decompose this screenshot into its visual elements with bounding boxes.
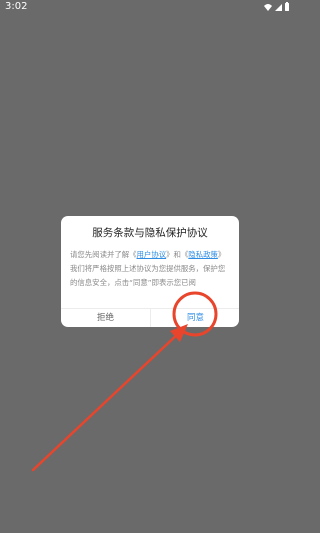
reject-button[interactable]: 拒绝 [61, 309, 150, 327]
agreement-dialog: 服务条款与隐私保护协议 请您先阅读并了解《用户协议》和《隐私政策》我们将严格按照… [61, 216, 239, 327]
wifi-icon [264, 4, 272, 11]
body-intro: 请您先阅读并了解《 [70, 250, 137, 259]
pointer-arrow-shaft [31, 330, 182, 472]
privacy-policy-link[interactable]: 隐私政策 [188, 250, 218, 259]
signal-icon [275, 4, 282, 11]
status-icons [264, 2, 289, 11]
dialog-body: 请您先阅读并了解《用户协议》和《隐私政策》我们将严格按照上述协议为您提供服务，保… [70, 248, 231, 302]
agree-button[interactable]: 同意 [151, 309, 239, 327]
status-bar: 3:02 [0, 0, 300, 14]
user-agreement-link[interactable]: 用户协议 [137, 250, 167, 259]
status-time: 3:02 [5, 1, 28, 12]
dialog-title: 服务条款与隐私保护协议 [92, 227, 208, 239]
battery-icon [285, 2, 289, 11]
body-mid: 》和《 [166, 250, 189, 259]
